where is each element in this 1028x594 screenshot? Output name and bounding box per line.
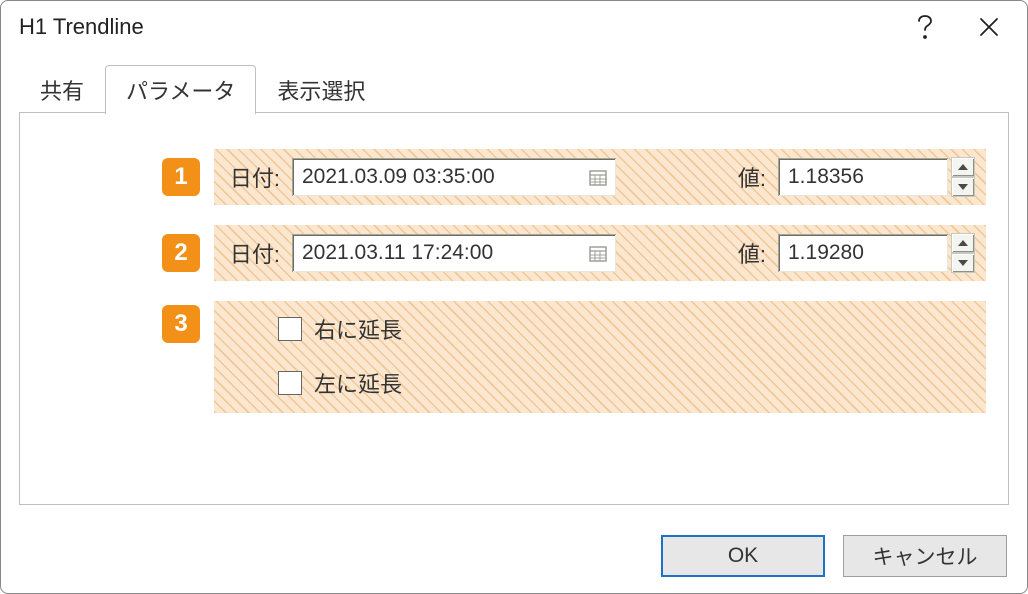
help-button[interactable]	[893, 1, 957, 53]
value-label: 値:	[730, 161, 766, 193]
date-input-2[interactable]	[292, 234, 616, 272]
tab-share[interactable]: 共有	[19, 65, 105, 114]
checkbox-icon	[278, 371, 302, 395]
tabstrip: 共有 パラメータ 表示選択	[19, 67, 1009, 113]
tab-parameters[interactable]: パラメータ	[105, 65, 256, 114]
date-field[interactable]	[292, 234, 616, 272]
value-spinner	[952, 234, 974, 272]
value-label: 値:	[730, 237, 766, 269]
param-row-content: 日付:	[214, 225, 986, 281]
ok-button[interactable]: OK	[661, 535, 825, 577]
dialog-footer: OK キャンセル	[1, 521, 1027, 593]
spin-down-icon[interactable]	[952, 178, 974, 196]
param-row-content: 日付:	[214, 149, 986, 205]
window-title: H1 Trendline	[19, 14, 893, 40]
extend-left-checkbox[interactable]: 左に延長	[278, 367, 974, 399]
dialog-body: 共有 パラメータ 表示選択 1 日付:	[1, 53, 1027, 521]
param-row-2: 2 日付:	[42, 225, 986, 281]
date-field[interactable]	[292, 158, 616, 196]
date-label: 日付:	[220, 237, 280, 269]
row-number-badge: 2	[162, 234, 200, 272]
param-row-3: 3 右に延長 左に延長	[42, 301, 986, 413]
value-text[interactable]	[778, 158, 948, 196]
param-row-1: 1 日付:	[42, 149, 986, 205]
extension-options: 右に延長 左に延長	[214, 301, 986, 413]
spin-up-icon[interactable]	[952, 158, 974, 176]
dialog-window: H1 Trendline 共有 パラメータ 表示選択 1 日付:	[0, 0, 1028, 594]
extend-right-checkbox[interactable]: 右に延長	[278, 313, 974, 345]
checkbox-icon	[278, 317, 302, 341]
row-number-badge: 3	[162, 305, 200, 343]
value-field[interactable]	[778, 234, 948, 272]
row-number-badge: 1	[162, 158, 200, 196]
extend-right-label: 右に延長	[314, 313, 402, 345]
calendar-icon[interactable]	[586, 241, 610, 265]
spin-up-icon[interactable]	[952, 234, 974, 252]
value-field[interactable]	[778, 158, 948, 196]
titlebar: H1 Trendline	[1, 1, 1027, 53]
date-label: 日付:	[220, 161, 280, 193]
value-spinner	[952, 158, 974, 196]
value-text[interactable]	[778, 234, 948, 272]
tabpanel-parameters: 1 日付:	[19, 112, 1009, 505]
spin-down-icon[interactable]	[952, 254, 974, 272]
value-input-1	[778, 158, 974, 196]
extend-left-label: 左に延長	[314, 367, 402, 399]
close-button[interactable]	[957, 1, 1021, 53]
calendar-icon[interactable]	[586, 165, 610, 189]
tab-display-select[interactable]: 表示選択	[256, 65, 386, 114]
date-input-1[interactable]	[292, 158, 616, 196]
cancel-button[interactable]: キャンセル	[843, 535, 1007, 577]
value-input-2	[778, 234, 974, 272]
